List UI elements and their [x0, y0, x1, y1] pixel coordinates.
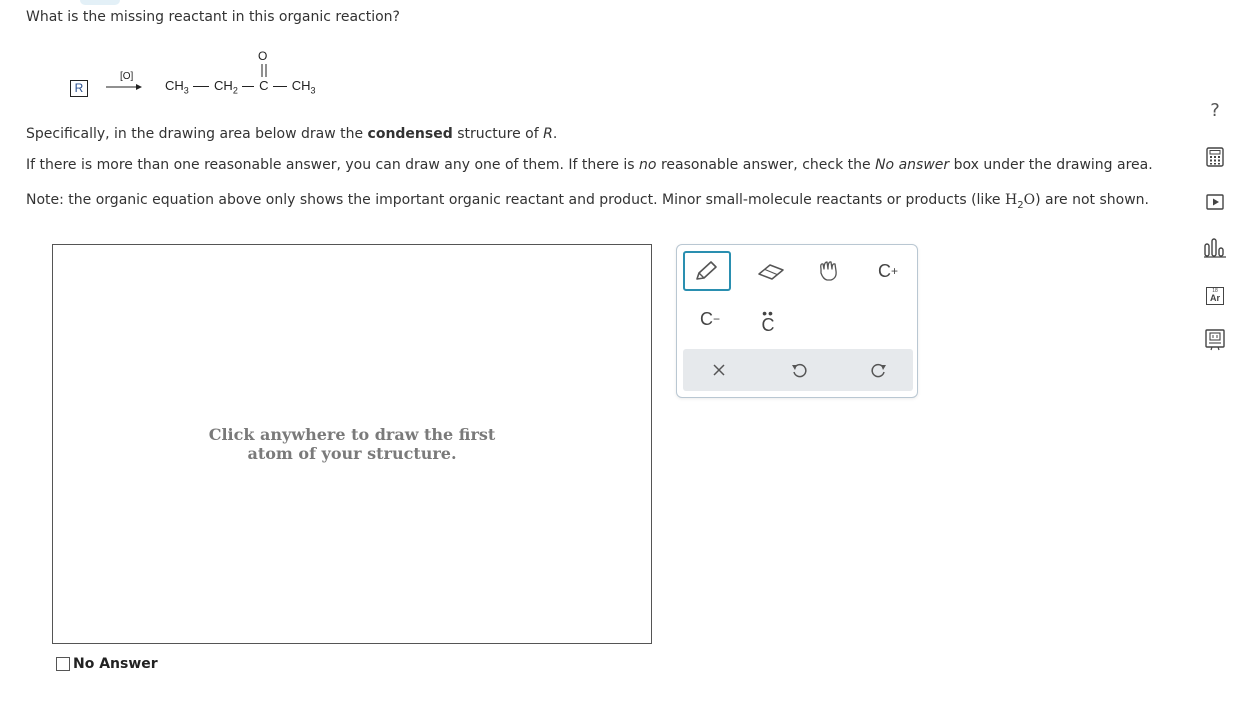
instruction-line-1: Specifically, in the drawing area below …	[26, 126, 558, 142]
chart-icon	[1204, 238, 1226, 258]
no-answer-checkbox[interactable]	[56, 657, 70, 671]
reference-icon	[1205, 329, 1225, 351]
reaction-scheme: R [O] O CH3 CH2 C CH3	[60, 45, 380, 105]
top-tab-hint	[80, 0, 120, 5]
toolbox-action-bar	[683, 349, 913, 391]
reagent-label: [O]	[120, 71, 134, 82]
undo-button[interactable]	[785, 357, 813, 383]
clear-button[interactable]	[705, 357, 733, 383]
close-icon	[713, 364, 725, 376]
reactant-r-box: R	[70, 80, 88, 97]
calculator-button[interactable]	[1203, 145, 1227, 169]
drawing-toolbox: C + C − •• C	[676, 244, 918, 398]
redo-button[interactable]	[865, 357, 893, 383]
chart-button[interactable]	[1203, 236, 1227, 260]
question-title: What is the missing reactant in this org…	[26, 9, 400, 25]
calculator-icon	[1206, 147, 1224, 167]
help-button[interactable]: ?	[1203, 98, 1227, 122]
video-icon	[1206, 194, 1224, 210]
carbocation-tool-button[interactable]: C +	[873, 257, 903, 285]
reference-button[interactable]	[1203, 328, 1227, 352]
pencil-tool-button[interactable]	[683, 251, 731, 291]
carbanion-tool-button[interactable]: C −	[695, 305, 725, 333]
periodic-table-button[interactable]: 18 Ar	[1203, 284, 1227, 308]
carbonyl-oxygen: O	[258, 49, 268, 63]
no-answer-option[interactable]: No Answer	[56, 656, 158, 672]
instruction-line-2: If there is more than one reasonable ans…	[26, 157, 1153, 173]
eraser-icon	[758, 264, 784, 280]
eraser-tool-button[interactable]	[753, 259, 789, 285]
periodic-table-icon: 18 Ar	[1206, 287, 1224, 305]
hand-tool-button[interactable]	[813, 257, 845, 285]
hand-icon	[820, 261, 837, 281]
video-button[interactable]	[1203, 190, 1227, 214]
redo-icon	[871, 363, 886, 378]
drawing-area[interactable]: Click anywhere to draw the first atom of…	[52, 244, 652, 644]
undo-icon	[792, 363, 807, 378]
carbonyl-double-bond	[261, 64, 267, 77]
instruction-line-3: Note: the organic equation above only sh…	[26, 192, 1149, 211]
pencil-icon	[696, 261, 717, 280]
drawing-hint: Click anywhere to draw the first atom of…	[208, 425, 496, 463]
reaction-arrow	[106, 84, 142, 90]
lone-pair-tool-button[interactable]: •• C	[753, 305, 783, 334]
no-answer-label: No Answer	[73, 656, 158, 672]
product-molecule: CH3 CH2 C CH3	[165, 78, 316, 96]
help-icon: ?	[1210, 99, 1220, 121]
